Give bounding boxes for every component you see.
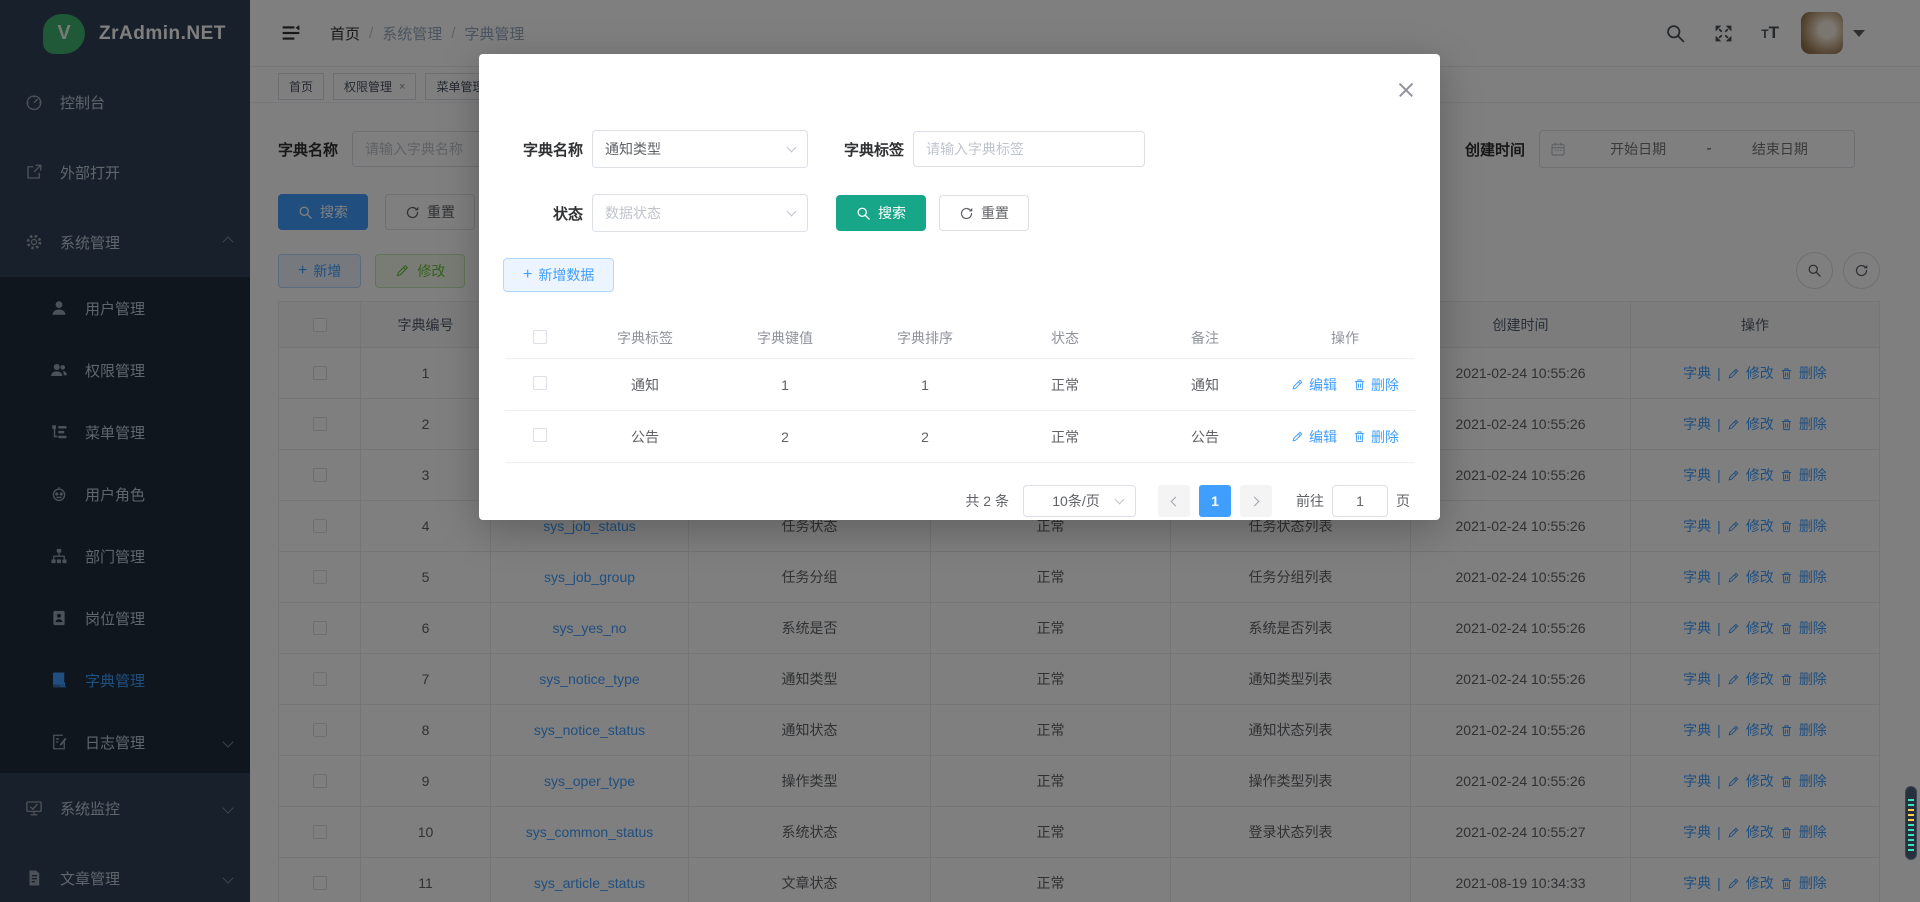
row-delete-link[interactable]: 删除	[1371, 427, 1399, 447]
status-cell: 正常	[995, 375, 1135, 395]
column-header-ops: 操作	[1275, 328, 1415, 348]
pencil-icon	[1291, 430, 1304, 443]
column-header-label: 字典标签	[575, 328, 715, 348]
add-data-button[interactable]: + 新增数据	[503, 258, 614, 292]
page-size-value: 10条/页	[1036, 491, 1116, 511]
chevron-right-icon	[1250, 496, 1260, 506]
table-header-row: 字典标签 字典键值 字典排序 状态 备注 操作	[505, 318, 1415, 359]
modal-reset-label: 重置	[981, 203, 1009, 223]
trash-icon	[1353, 378, 1366, 391]
pencil-icon	[1291, 378, 1304, 391]
table-row: 公告 2 2 正常 公告 编辑 删除	[505, 411, 1415, 463]
total-count: 共 2 条	[965, 491, 1009, 511]
status-label: 状态	[503, 203, 583, 224]
scrollbar-thumb[interactable]	[1905, 786, 1917, 860]
page-size-select[interactable]: 10条/页	[1023, 485, 1136, 517]
pagination: 共 2 条 10条/页 1 前往 页	[479, 485, 1410, 517]
prev-page-button[interactable]	[1158, 485, 1190, 517]
chevron-left-icon	[1171, 496, 1181, 506]
dict-data-dialog: 字典名称 通知类型 字典标签 状态 数据状态 搜索 重置	[479, 54, 1440, 520]
chevron-down-icon	[1115, 495, 1125, 505]
column-header-sort: 字典排序	[855, 328, 995, 348]
dict-label-input[interactable]	[913, 131, 1145, 167]
remark-cell: 公告	[1135, 427, 1275, 447]
dict-sort-cell: 1	[855, 377, 995, 393]
chevron-down-icon	[787, 143, 797, 153]
row-delete-link[interactable]: 删除	[1371, 375, 1399, 395]
modal-search-label: 搜索	[878, 203, 906, 223]
dict-data-table: 字典标签 字典键值 字典排序 状态 备注 操作 通知 1 1 正常 通知 编辑删…	[505, 318, 1415, 463]
row-checkbox[interactable]	[533, 376, 547, 390]
goto-label: 前往	[1296, 491, 1324, 511]
dict-label-cell: 公告	[575, 427, 715, 447]
select-all-checkbox[interactable]	[533, 330, 547, 344]
dict-name-label: 字典名称	[503, 139, 583, 160]
row-edit-link[interactable]: 编辑	[1309, 375, 1337, 395]
column-header-remark: 备注	[1135, 328, 1275, 348]
dict-label-label: 字典标签	[808, 139, 904, 160]
status-select-placeholder: 数据状态	[605, 203, 788, 223]
app-root: V ZrAdmin.NET 控制台 外部打开 系统管理 用户管理	[0, 0, 1920, 902]
table-row: 通知 1 1 正常 通知 编辑 删除	[505, 359, 1415, 411]
trash-icon	[1353, 430, 1366, 443]
goto-page-input[interactable]	[1332, 485, 1388, 517]
chevron-down-icon	[787, 207, 797, 217]
plus-icon: +	[523, 266, 532, 284]
dict-sort-cell: 2	[855, 429, 995, 445]
row-checkbox[interactable]	[533, 428, 547, 442]
modal-action-row: + 新增数据	[503, 258, 1440, 292]
remark-cell: 通知	[1135, 375, 1275, 395]
dict-name-select-value: 通知类型	[605, 139, 788, 159]
dict-name-select[interactable]: 通知类型	[592, 130, 808, 168]
next-page-button[interactable]	[1240, 485, 1272, 517]
dict-value-cell: 2	[715, 429, 855, 445]
page-unit-label: 页	[1396, 491, 1410, 511]
modal-filter-row-2: 状态 数据状态 搜索 重置	[503, 194, 1440, 232]
column-header-status: 状态	[995, 328, 1135, 348]
status-select[interactable]: 数据状态	[592, 194, 808, 232]
modal-filter-row-1: 字典名称 通知类型 字典标签	[503, 54, 1440, 168]
modal-reset-button[interactable]: 重置	[939, 195, 1029, 231]
close-icon[interactable]	[1398, 82, 1414, 98]
dict-label-cell: 通知	[575, 375, 715, 395]
search-icon	[856, 206, 871, 221]
status-cell: 正常	[995, 427, 1135, 447]
column-header-value: 字典键值	[715, 328, 855, 348]
refresh-icon	[959, 206, 974, 221]
add-data-label: 新增数据	[538, 265, 594, 285]
dict-value-cell: 1	[715, 377, 855, 393]
modal-search-button[interactable]: 搜索	[836, 195, 926, 231]
row-edit-link[interactable]: 编辑	[1309, 427, 1337, 447]
page-number-button[interactable]: 1	[1199, 485, 1231, 517]
